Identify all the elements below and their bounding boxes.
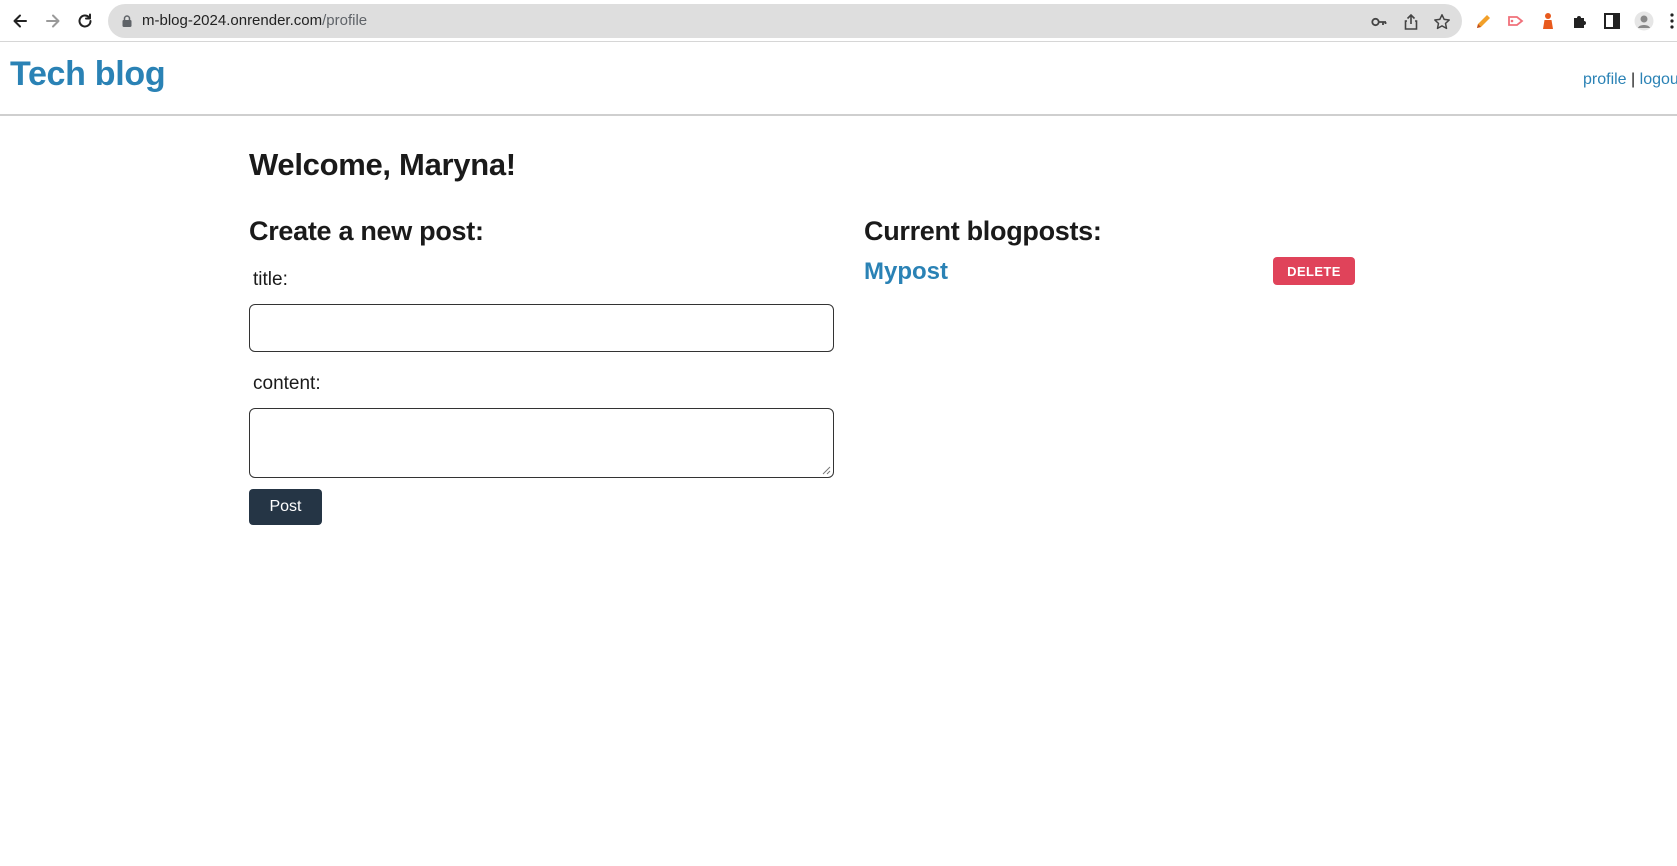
delete-button[interactable]: DELETE xyxy=(1273,257,1355,285)
reload-icon[interactable] xyxy=(73,9,97,33)
arrow-extension-icon[interactable] xyxy=(1506,11,1526,31)
top-nav: profile | logou xyxy=(1583,71,1677,89)
resize-handle-icon[interactable] xyxy=(822,466,831,475)
current-posts-heading: Current blogposts: xyxy=(864,216,1102,246)
figure-extension-icon[interactable] xyxy=(1538,11,1558,31)
puzzle-extension-icon[interactable] xyxy=(1570,11,1590,31)
address-bar[interactable]: m-blog-2024.onrender.com/profile xyxy=(108,4,1462,38)
url-path: /profile xyxy=(322,12,368,29)
content-label: content: xyxy=(253,373,321,394)
brand-logo[interactable]: Tech blog xyxy=(10,55,166,94)
pencil-extension-icon[interactable] xyxy=(1474,11,1494,31)
sidebar-icon[interactable] xyxy=(1602,11,1622,31)
content-textarea[interactable] xyxy=(249,408,834,478)
blogpost-title-link[interactable]: Mypost xyxy=(864,258,948,286)
title-input[interactable] xyxy=(249,304,834,352)
site-header: Tech blog profile | logou xyxy=(0,43,1677,116)
key-icon[interactable] xyxy=(1370,13,1388,31)
post-button[interactable]: Post xyxy=(249,489,322,525)
url-text: m-blog-2024.onrender.com/profile xyxy=(142,12,367,30)
url-host: m-blog-2024.onrender.com xyxy=(142,12,323,29)
forward-icon[interactable] xyxy=(41,9,65,33)
logout-link[interactable]: logou xyxy=(1640,71,1677,88)
nav-separator: | xyxy=(1631,71,1636,88)
profile-link[interactable]: profile xyxy=(1583,71,1627,88)
title-label: title: xyxy=(253,269,288,290)
browser-toolbar: m-blog-2024.onrender.com/profile xyxy=(0,0,1677,42)
create-post-heading: Create a new post: xyxy=(249,216,484,246)
lock-icon[interactable] xyxy=(120,14,134,28)
share-icon[interactable] xyxy=(1402,13,1420,31)
back-icon[interactable] xyxy=(8,9,32,33)
star-icon[interactable] xyxy=(1433,13,1451,31)
menu-icon[interactable] xyxy=(1666,11,1677,31)
welcome-heading: Welcome, Maryna! xyxy=(249,147,516,182)
avatar[interactable] xyxy=(1634,11,1654,31)
